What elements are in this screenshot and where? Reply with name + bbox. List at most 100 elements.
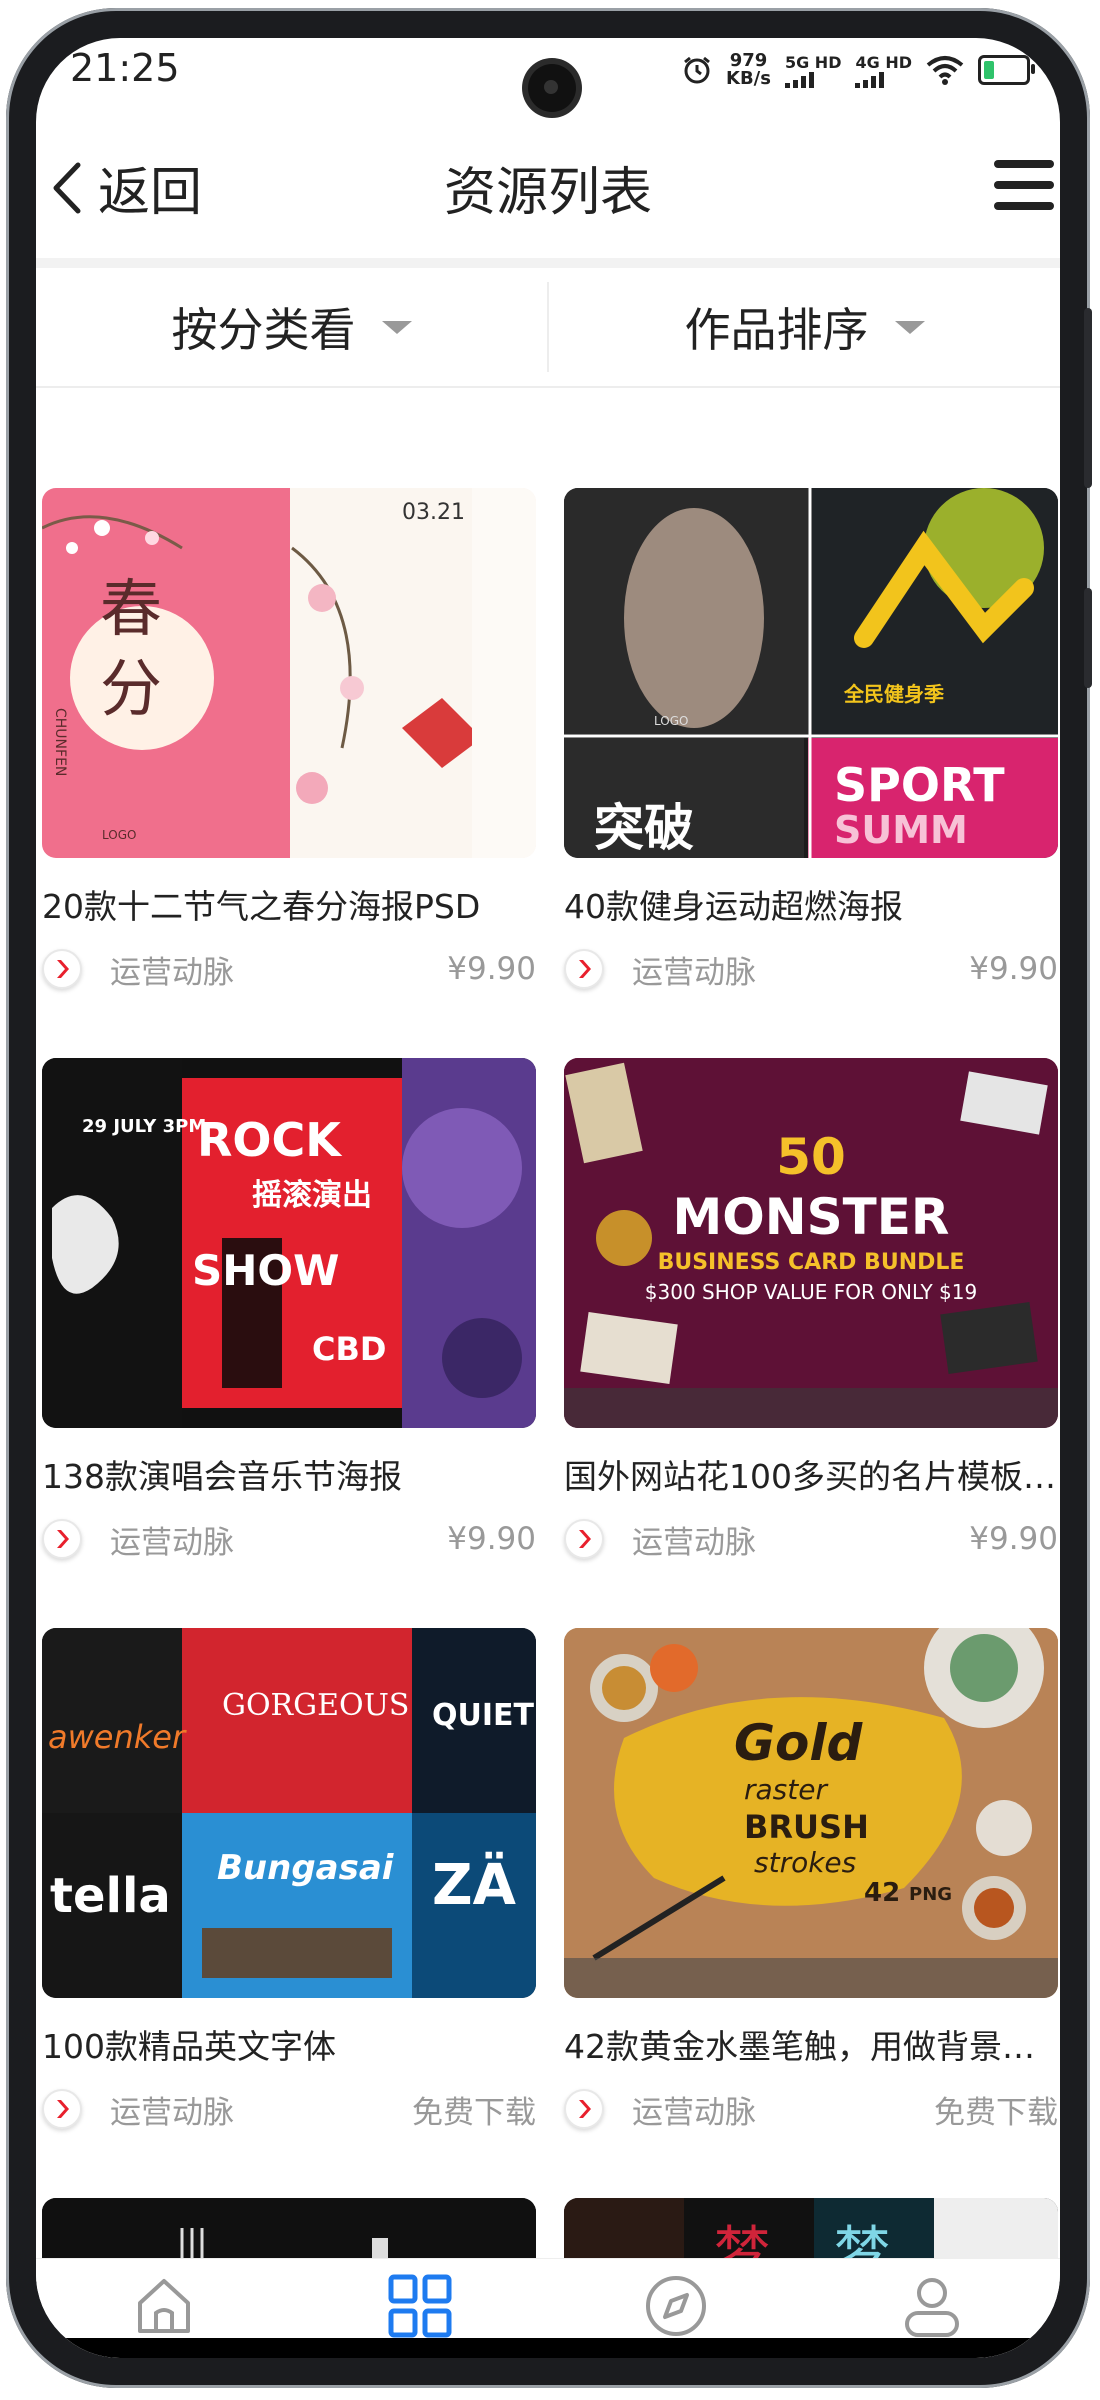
card-meta: 运营动脉 ¥9.90 <box>564 1514 1058 1564</box>
phone-frame: 21:25 979 KB/s 5G HD 4G HD 返回 资源列表 按分类看 … <box>6 8 1092 2388</box>
thumb-text-num: 50 <box>776 1128 846 1186</box>
thumb-text-word2: SPORT <box>834 758 1005 812</box>
card-thumbnail[interactable]: 突破 SPORT SUMM 全民健身季 LOGO <box>564 488 1058 858</box>
author-logo-icon <box>42 1519 82 1559</box>
thumb-text-date: 03.21 <box>402 500 465 525</box>
thumb-text-count: 42 <box>864 1878 901 1908</box>
card-price: ¥9.90 <box>969 951 1058 987</box>
profile-icon[interactable] <box>899 2273 965 2339</box>
resource-card[interactable]: 29 JULY 3PM ROCK 摇滚演出 SHOW CBD 138款演唱会音乐… <box>42 1058 536 1564</box>
dropdown-arrow-icon <box>381 320 412 334</box>
author-logo-icon <box>564 2089 604 2129</box>
card-thumbnail[interactable]: Gold raster BRUSH strokes 42 PNG <box>564 1628 1058 1998</box>
thumb-text-line3: SHOW <box>192 1246 340 1295</box>
thumb-text-date: 29 JULY 3PM <box>82 1116 207 1137</box>
author-logo-icon <box>564 949 604 989</box>
card-author: 运营动脉 <box>110 954 234 991</box>
thumb-text-f6: awenker <box>48 1718 186 1756</box>
thumb-text-big1: 春 <box>100 572 163 645</box>
thumb-text-f1: GORGEOUS <box>222 1688 410 1723</box>
thumb-text-l3: BRUSH <box>744 1808 869 1846</box>
thumb-text-big2: 分 <box>100 652 163 725</box>
card-price: 免费下载 <box>934 2094 1058 2131</box>
gesture-bar <box>36 2338 1060 2358</box>
card-title: 42款黄金水墨笔触，用做背景… <box>564 2027 1035 2066</box>
compass-icon[interactable] <box>643 2273 709 2339</box>
thumb-text-deal: $300 SHOP VALUE FOR ONLY $19 <box>644 1280 978 1304</box>
speed-unit: KB/s <box>726 68 771 89</box>
front-camera <box>528 64 576 112</box>
card-title: 国外网站花100多买的名片模板… <box>564 1457 1056 1496</box>
card-author: 运营动脉 <box>632 2094 756 2131</box>
thumb-text-logo: LOGO <box>102 828 137 842</box>
thumb-text-fmt: PNG <box>909 1884 953 1905</box>
card-thumbnail[interactable]: 50 MONSTER BUSINESS CARD BUNDLE $300 SHO… <box>564 1058 1058 1428</box>
thumb-text-l4: strokes <box>754 1846 857 1879</box>
header-divider <box>36 258 1060 268</box>
sort-filter[interactable]: 作品排序 <box>549 268 1060 386</box>
card-author: 运营动脉 <box>110 2094 234 2131</box>
thumb-text-l2: raster <box>744 1773 827 1806</box>
card-thumbnail[interactable]: GORGEOUS QUIET Bungasai tella ZÄ awenker <box>42 1628 536 1998</box>
dropdown-arrow-icon <box>894 320 925 334</box>
category-filter[interactable]: 按分类看 <box>36 268 547 386</box>
card-thumbnail[interactable]: 29 JULY 3PM ROCK 摇滚演出 SHOW CBD <box>42 1058 536 1428</box>
menu-icon[interactable] <box>994 160 1054 210</box>
resource-card[interactable]: Gold raster BRUSH strokes 42 PNG 42款黄金水墨… <box>564 1628 1058 2134</box>
card-meta: 运营动脉 免费下载 <box>564 2084 1058 2134</box>
author-logo-icon <box>564 1519 604 1559</box>
thumb-text-sub: BUSINESS CARD BUNDLE <box>657 1250 965 1275</box>
card-thumbnail[interactable]: 春 分 CHUNFEN 03.21 LOGO <box>42 488 536 858</box>
author-logo-icon <box>42 949 82 989</box>
card-meta: 运营动脉 ¥9.90 <box>42 1514 536 1564</box>
nav-header: 返回 资源列表 <box>36 128 1060 258</box>
page-title: 资源列表 <box>443 163 652 223</box>
sim2-label: 4G HD <box>855 52 912 72</box>
card-price: 免费下载 <box>412 2094 536 2131</box>
card-title: 40款健身运动超燃海报 <box>564 887 903 926</box>
thumb-text-f2: QUIET <box>432 1698 534 1733</box>
status-bar: 21:25 979 KB/s 5G HD 4G HD <box>36 38 1060 128</box>
card-title: 138款演唱会音乐节海报 <box>42 1457 402 1496</box>
volume-button <box>1084 308 1092 488</box>
status-time: 21:25 <box>70 46 180 90</box>
category-filter-label: 按分类看 <box>171 303 356 357</box>
card-price: ¥9.90 <box>447 951 536 987</box>
card-title: 20款十二节气之春分海报PSD <box>42 887 481 926</box>
card-author: 运营动脉 <box>632 1524 756 1561</box>
thumb-text-f3: Bungasai <box>217 1848 394 1888</box>
thumb-text-f5: ZÄ <box>432 1853 516 1918</box>
home-icon[interactable] <box>132 2273 196 2337</box>
thumb-text-word1: 突破 <box>594 799 694 857</box>
resource-card[interactable]: GORGEOUS QUIET Bungasai tella ZÄ awenker… <box>42 1628 536 2134</box>
grid-icon[interactable] <box>387 2273 453 2339</box>
resource-card[interactable]: 春 分 CHUNFEN 03.21 LOGO 20款十二节气之春分海报PSD 运… <box>42 488 536 994</box>
resource-card[interactable]: 50 MONSTER BUSINESS CARD BUNDLE $300 SHO… <box>564 1058 1058 1564</box>
signal-bars-icon <box>784 71 814 88</box>
card-meta: 运营动脉 ¥9.90 <box>564 944 1058 994</box>
card-author: 运营动脉 <box>110 1524 234 1561</box>
signal-bars-icon <box>855 71 885 88</box>
thumb-text-tag: 全民健身季 <box>844 682 944 706</box>
author-logo-icon <box>42 2089 82 2129</box>
thumb-text-line2: 摇滚演出 <box>252 1178 372 1213</box>
card-meta: 运营动脉 ¥9.90 <box>42 944 536 994</box>
card-meta: 运营动脉 免费下载 <box>42 2084 536 2134</box>
status-icons: 979 KB/s 5G HD 4G HD <box>682 52 1035 89</box>
wifi-icon <box>926 56 964 85</box>
signal-sim1: 5G HD <box>784 52 842 88</box>
card-price: ¥9.90 <box>969 1521 1058 1557</box>
sim1-label: 5G HD <box>784 52 842 72</box>
thumb-text-line1: ROCK <box>197 1113 341 1167</box>
screen: 21:25 979 KB/s 5G HD 4G HD 返回 资源列表 按分类看 … <box>36 38 1060 2358</box>
thumb-text-f4: tella <box>50 1868 171 1924</box>
sort-filter-label: 作品排序 <box>684 303 869 357</box>
thumb-text-l1: Gold <box>734 1714 863 1772</box>
thumb-text-name: MONSTER <box>672 1188 950 1246</box>
signal-sim2: 4G HD <box>855 53 912 88</box>
thumb-text-logo: LOGO <box>654 714 689 728</box>
card-author: 运营动脉 <box>632 954 756 991</box>
resource-card[interactable]: 突破 SPORT SUMM 全民健身季 LOGO 40款健身运动超燃海报 运营动… <box>564 488 1058 994</box>
power-button <box>1084 588 1092 688</box>
thumb-text-word3: SUMM <box>834 808 968 852</box>
